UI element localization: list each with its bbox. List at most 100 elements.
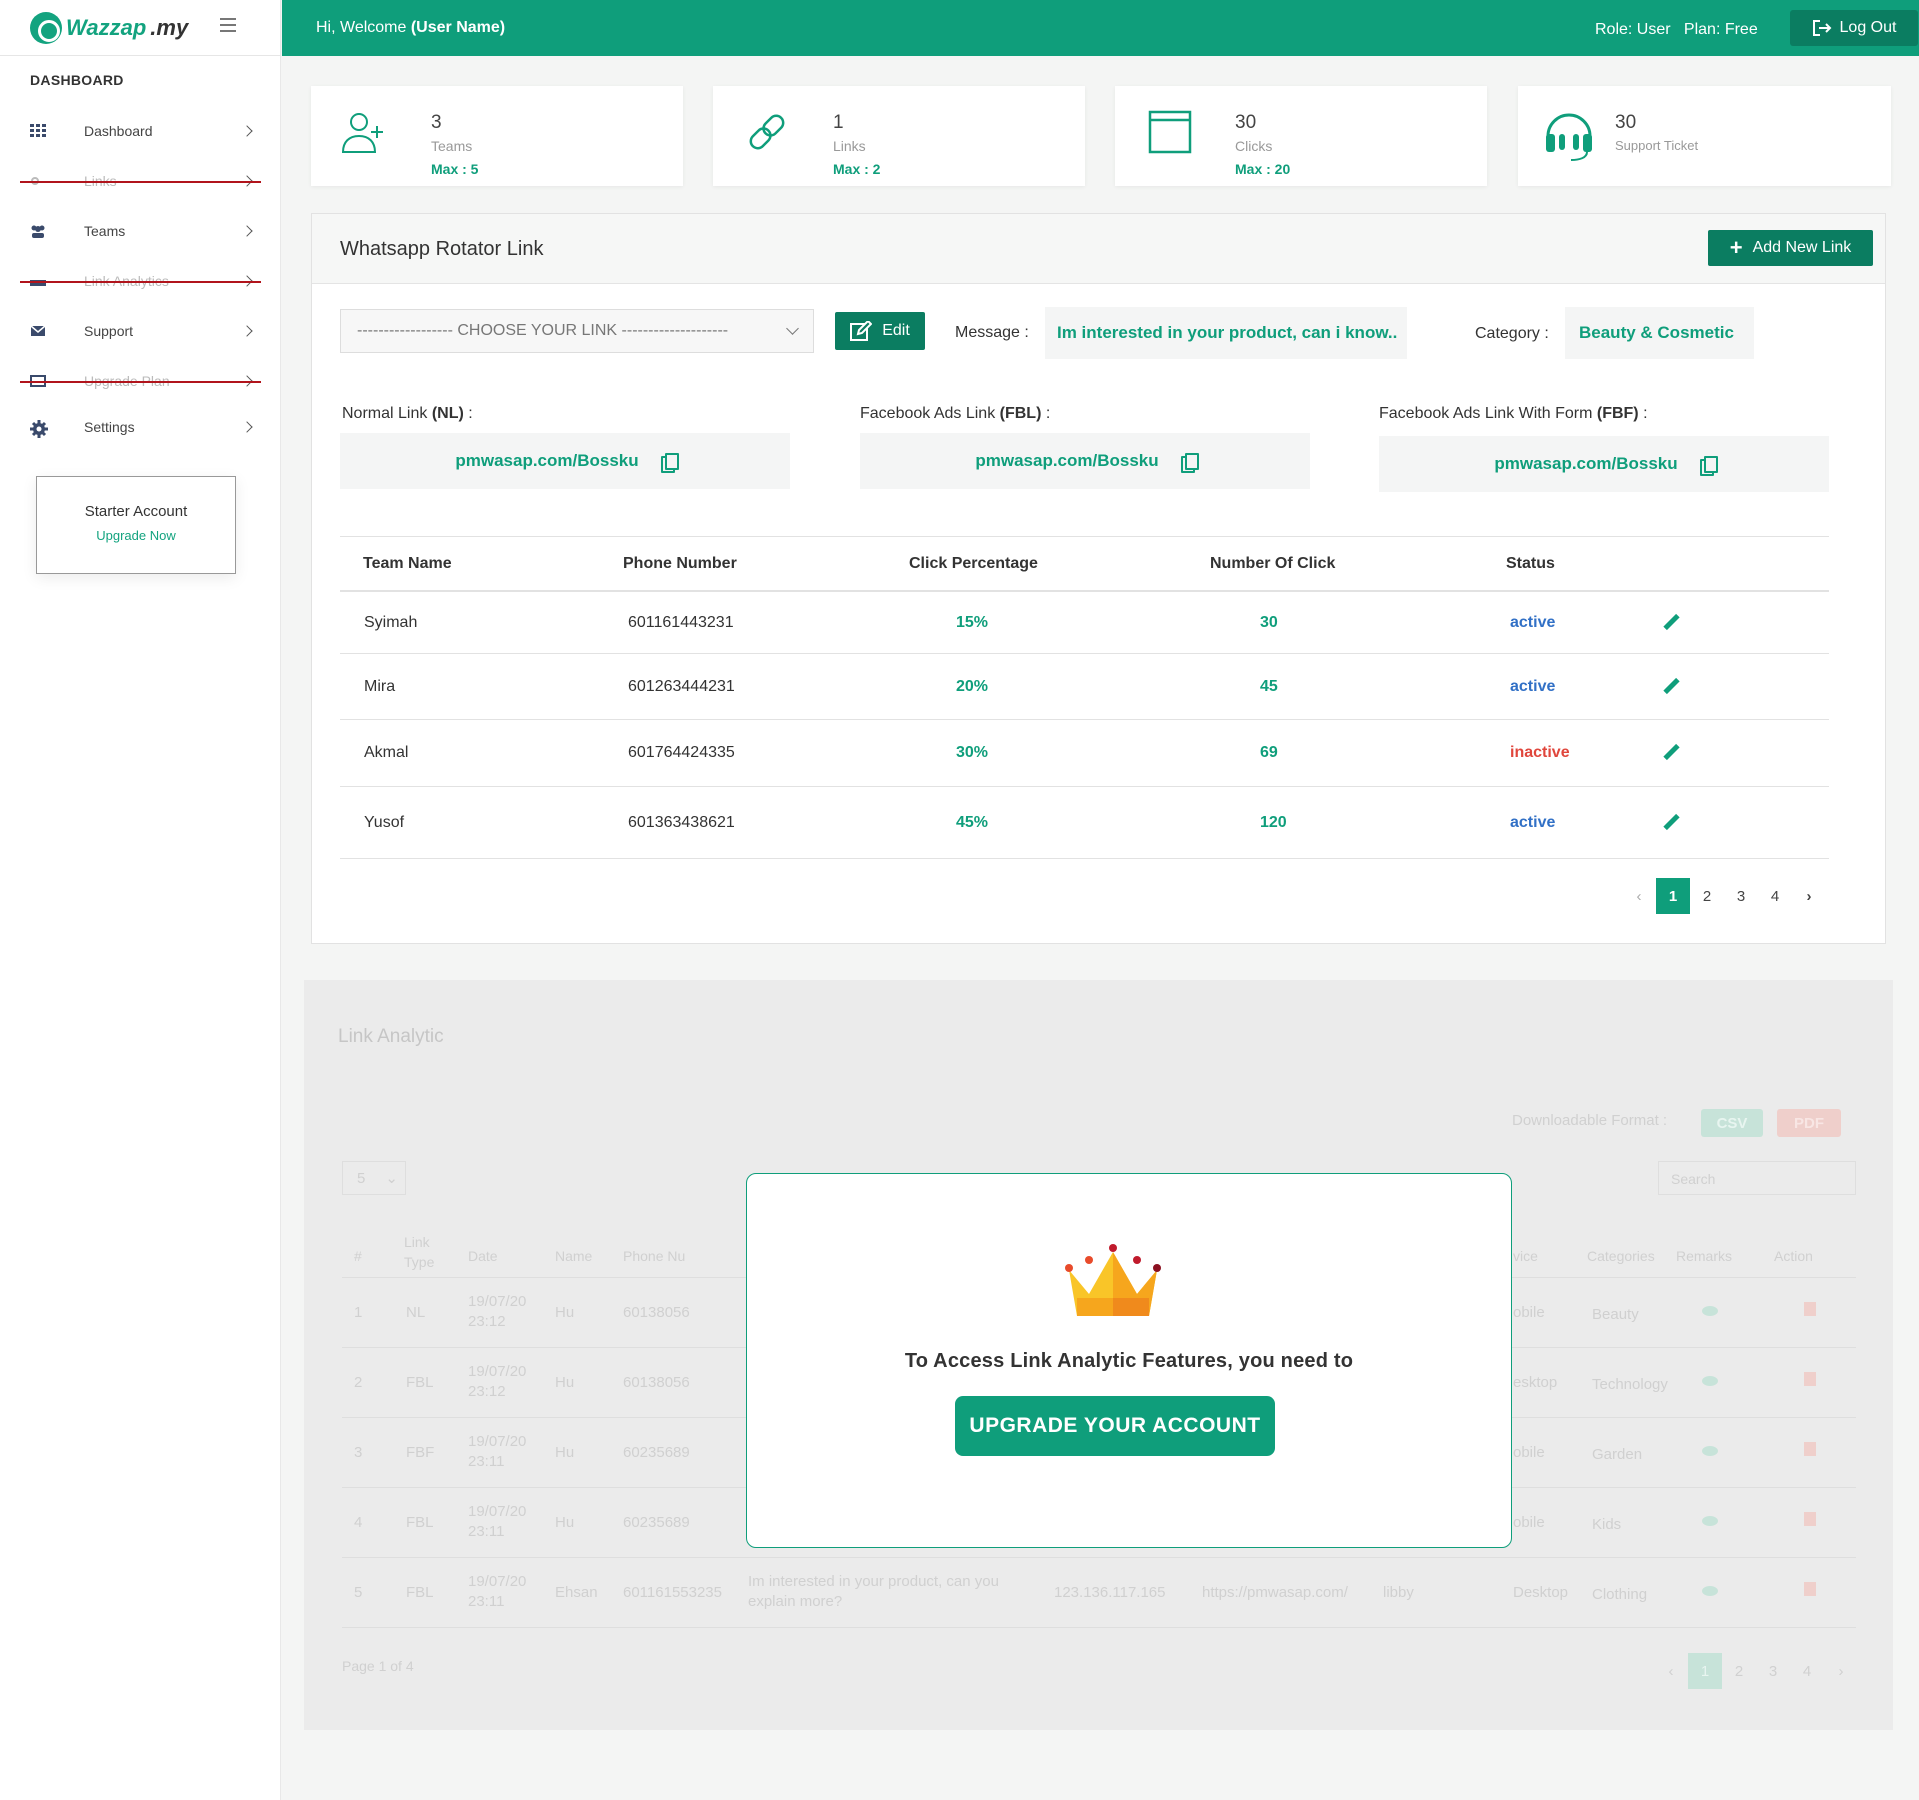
edit-pencil-icon[interactable]	[1662, 678, 1680, 696]
analytic-table-row: 5 FBL 19/07/20 23:11 Ehsan 601161553235 Im in…	[342, 1558, 1856, 1628]
upgrade-now-link[interactable]: Upgrade Now	[37, 528, 235, 543]
view-eye-icon[interactable]	[1702, 1376, 1718, 1386]
fbl-link-url[interactable]: pmwasap.com/Bossku	[975, 451, 1158, 471]
sidebar-item-support[interactable]: Support	[0, 311, 281, 351]
sidebar-item-settings[interactable]: Settings	[0, 407, 281, 447]
page-3[interactable]: 3	[1724, 878, 1758, 914]
click-percentage-cell: 20%	[956, 677, 989, 695]
stat-card-links: 1 Links Max : 2	[713, 86, 1085, 186]
sidebar-item-link-analytics[interactable]: Link Analytics	[0, 261, 281, 301]
fbf-link-url[interactable]: pmwasap.com/Bossku	[1494, 454, 1677, 474]
logo-domain: .my	[150, 15, 189, 40]
phone-cell: 60235689	[623, 1514, 690, 1531]
copy-icon[interactable]	[660, 452, 679, 473]
edit-pencil-icon[interactable]	[1662, 614, 1680, 632]
category-label: Category :	[1475, 325, 1549, 342]
stat-max: Max : 2	[833, 161, 881, 177]
page-3[interactable]: 3	[1756, 1663, 1790, 1680]
table-header: Team Name Phone Number Click Percentage …	[340, 536, 1829, 592]
page-1[interactable]: 1	[1656, 878, 1690, 914]
next-page-icon[interactable]: ›	[1792, 878, 1826, 914]
date-cell: 19/07/20 23:12	[468, 1363, 527, 1400]
panel-header: Whatsapp Rotator Link + Add New Link	[312, 214, 1885, 284]
pdf-button[interactable]: PDF	[1777, 1109, 1841, 1137]
device-cell: obile	[1513, 1444, 1545, 1461]
table-row: Akmal 601764424335 30% 69 inactive	[340, 720, 1829, 787]
sidebar-item-links[interactable]: Links	[0, 161, 281, 201]
logout-icon	[1812, 20, 1831, 36]
chevron-down-icon	[786, 322, 799, 335]
click-percentage-cell: 45%	[956, 813, 989, 831]
whatsapp-logo-icon	[30, 12, 62, 44]
link-type-cell: NL	[406, 1304, 426, 1321]
status-badge: active	[1510, 613, 1556, 631]
name-cell: Hu	[555, 1444, 575, 1461]
delete-trash-icon[interactable]	[1804, 1582, 1816, 1596]
next-page-icon[interactable]: ›	[1824, 1663, 1858, 1680]
edit-pencil-icon[interactable]	[1662, 814, 1680, 832]
view-eye-icon[interactable]	[1702, 1516, 1718, 1526]
prev-page-icon[interactable]: ‹	[1654, 1663, 1688, 1680]
analytic-title: Link Analytic	[338, 1026, 444, 1047]
add-new-link-button[interactable]: + Add New Link	[1708, 230, 1873, 266]
url-cell: https://pmwasap.com/	[1202, 1584, 1348, 1601]
stat-label: Teams	[431, 138, 473, 154]
logo[interactable]: Wazzap .my	[30, 12, 188, 44]
view-eye-icon[interactable]	[1702, 1446, 1718, 1456]
delete-trash-icon[interactable]	[1804, 1512, 1816, 1526]
row-number: 1	[354, 1304, 363, 1321]
sidebar-item-dashboard[interactable]: Dashboard	[0, 111, 281, 151]
number-of-click-cell: 120	[1260, 813, 1287, 831]
edit-button[interactable]: Edit	[835, 312, 925, 350]
name-cell: Ehsan	[555, 1584, 598, 1601]
sidebar-item-upgrade-plan[interactable]: Upgrade Plan	[0, 361, 281, 401]
category-cell: Beauty	[1592, 1306, 1639, 1323]
normal-link-box: pmwasap.com/Bossku	[340, 433, 790, 489]
welcome-text: Hi, Welcome (User Name)	[316, 19, 506, 36]
page-size-select[interactable]: 5 ⌄	[342, 1161, 406, 1195]
edit-pencil-icon[interactable]	[1662, 744, 1680, 762]
analytic-search-input[interactable]: Search	[1658, 1161, 1856, 1195]
date-cell: 19/07/20 23:11	[468, 1503, 527, 1540]
page-2[interactable]: 2	[1722, 1663, 1756, 1680]
sidebar-item-label: Support	[84, 323, 134, 339]
delete-trash-icon[interactable]	[1804, 1302, 1816, 1316]
choose-link-select[interactable]: ------------------ CHOOSE YOUR LINK ----…	[340, 309, 814, 353]
row-number: 2	[354, 1374, 363, 1391]
col-phone-number: Phone Number	[623, 554, 737, 572]
page-1[interactable]: 1	[1688, 1653, 1722, 1689]
number-of-click-cell: 45	[1260, 677, 1278, 695]
page-4[interactable]: 4	[1790, 1663, 1824, 1680]
chevron-right-icon	[241, 125, 253, 137]
normal-link-url[interactable]: pmwasap.com/Bossku	[455, 451, 638, 471]
chevron-right-icon	[241, 421, 253, 433]
copy-icon[interactable]	[1699, 455, 1718, 476]
sidebar-item-teams[interactable]: Teams	[0, 211, 281, 251]
device-cell: Desktop	[1513, 1584, 1569, 1601]
delete-trash-icon[interactable]	[1804, 1372, 1816, 1386]
csv-button[interactable]: CSV	[1701, 1109, 1763, 1137]
page-4[interactable]: 4	[1758, 878, 1792, 914]
number-of-click-cell: 30	[1260, 613, 1278, 631]
role-plan-text: Role: User Plan: Free	[1595, 21, 1758, 38]
date-cell: 19/07/20 23:11	[468, 1573, 527, 1610]
view-eye-icon[interactable]	[1702, 1586, 1718, 1596]
hamburger-menu-icon[interactable]	[220, 18, 236, 32]
strikethrough-line	[20, 381, 261, 383]
upgrade-account-button[interactable]: UPGRADE YOUR ACCOUNT	[955, 1396, 1275, 1456]
stat-value: 30	[1235, 112, 1257, 133]
status-badge: active	[1510, 677, 1556, 695]
logout-button[interactable]: Log Out	[1790, 10, 1918, 46]
delete-trash-icon[interactable]	[1804, 1442, 1816, 1456]
copy-icon[interactable]	[1180, 452, 1199, 473]
sidebar: Wazzap .my DASHBOARD Dashboard Links Team…	[0, 0, 281, 1800]
prev-page-icon[interactable]: ‹	[1622, 878, 1656, 914]
click-percentage-cell: 30%	[956, 744, 989, 761]
phone-cell: 60235689	[623, 1444, 690, 1461]
download-format-label: Downloadable Format :	[1512, 1112, 1668, 1129]
view-eye-icon[interactable]	[1702, 1306, 1718, 1316]
row-number: 4	[354, 1514, 363, 1531]
choose-link-placeholder: ------------------ CHOOSE YOUR LINK ----…	[357, 322, 729, 339]
page-2[interactable]: 2	[1690, 878, 1724, 914]
starter-account-title: Starter Account	[84, 503, 188, 520]
